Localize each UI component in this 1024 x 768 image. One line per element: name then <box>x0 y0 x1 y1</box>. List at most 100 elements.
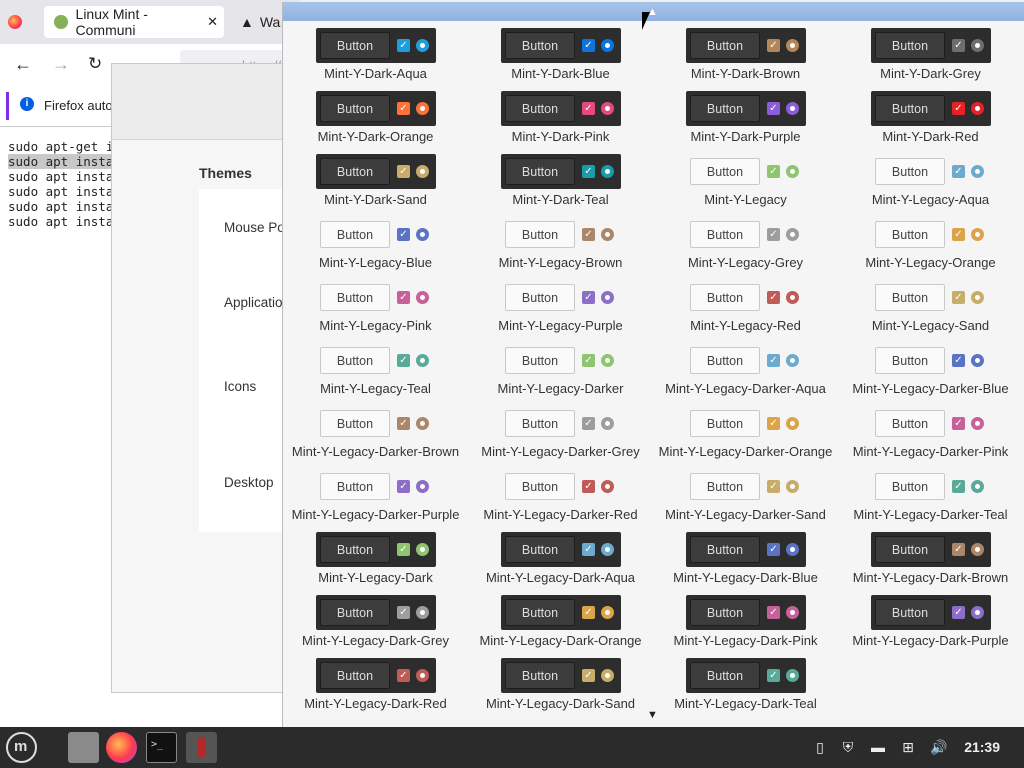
theme-option[interactable]: Button ✓ Mint-Y-Legacy-Dark-Aqua <box>468 508 653 585</box>
theme-option[interactable]: Button ✓ Mint-Y-Legacy-Darker-Sand <box>653 445 838 522</box>
theme-preview[interactable]: Button ✓ <box>501 217 621 252</box>
close-icon[interactable]: ✕ <box>207 14 218 30</box>
theme-preview[interactable]: Button ✓ <box>501 343 621 378</box>
theme-preview[interactable]: Button ✓ <box>501 469 621 504</box>
settings-icon[interactable] <box>186 732 217 763</box>
theme-option[interactable]: Button ✓ Mint-Y-Legacy-Dark <box>283 508 468 585</box>
theme-option[interactable]: Button ✓ Mint-Y-Legacy-Grey <box>653 193 838 270</box>
tab-firefox[interactable] <box>8 6 36 38</box>
theme-option[interactable]: Button ✓ Mint-Y-Dark-Sand <box>283 130 468 207</box>
terminal-icon[interactable]: >_ <box>146 732 177 763</box>
setting-desktop[interactable]: Desktop <box>224 475 274 490</box>
theme-preview[interactable]: Button ✓ <box>686 343 806 378</box>
theme-option[interactable]: Button ✓ Mint-Y-Legacy-Dark-Teal <box>653 634 838 711</box>
theme-preview[interactable]: Button ✓ <box>686 595 806 630</box>
mint-menu-icon[interactable]: m <box>6 732 37 763</box>
theme-option[interactable]: Button ✓ Mint-Y-Legacy-Brown <box>468 193 653 270</box>
theme-preview[interactable]: Button ✓ <box>686 91 806 126</box>
theme-option[interactable]: Button ✓ Mint-Y-Legacy-Teal <box>283 319 468 396</box>
theme-option[interactable]: Button ✓ Mint-Y-Dark-Teal <box>468 130 653 207</box>
forward-icon[interactable]: → <box>52 54 70 75</box>
theme-preview[interactable]: Button ✓ <box>501 658 621 693</box>
theme-preview[interactable]: Button ✓ <box>501 532 621 567</box>
theme-option[interactable]: Button ✓ Mint-Y-Legacy-Dark-Purple <box>838 571 1023 648</box>
theme-preview[interactable]: Button ✓ <box>686 469 806 504</box>
theme-preview[interactable]: Button ✓ <box>871 28 991 63</box>
theme-option[interactable]: Button ✓ Mint-Y-Legacy-Dark-Pink <box>653 571 838 648</box>
theme-option[interactable]: Button ✓ Mint-Y-Legacy-Dark-Red <box>283 634 468 711</box>
theme-preview[interactable]: Button ✓ <box>871 280 991 315</box>
theme-option[interactable]: Button ✓ Mint-Y-Legacy-Dark-Brown <box>838 508 1023 585</box>
theme-option[interactable]: Button ✓ Mint-Y-Legacy-Orange <box>838 193 1023 270</box>
theme-option[interactable]: Button ✓ Mint-Y-Legacy-Darker-Blue <box>838 319 1023 396</box>
theme-preview[interactable]: Button ✓ <box>871 217 991 252</box>
theme-option[interactable]: Button ✓ Mint-Y-Dark-Pink <box>468 67 653 144</box>
theme-option[interactable]: Button ✓ Mint-Y-Dark-Aqua <box>283 4 468 81</box>
theme-preview[interactable]: Button ✓ <box>316 280 436 315</box>
theme-preview[interactable]: Button ✓ <box>686 532 806 567</box>
theme-option[interactable]: Button ✓ Mint-Y-Legacy-Darker-Orange <box>653 382 838 459</box>
theme-preview[interactable]: Button ✓ <box>871 595 991 630</box>
theme-option[interactable]: Button ✓ Mint-Y-Legacy-Pink <box>283 256 468 333</box>
theme-preview[interactable]: Button ✓ <box>686 658 806 693</box>
theme-option[interactable]: Button ✓ Mint-Y-Legacy-Darker-Brown <box>283 382 468 459</box>
setting-applications[interactable]: Applicatio <box>224 295 283 310</box>
volume-icon[interactable]: 🔊 <box>930 739 947 755</box>
theme-option[interactable]: Button ✓ Mint-Y-Legacy-Red <box>653 256 838 333</box>
scroll-down-icon[interactable]: ▼ <box>647 709 658 721</box>
firefox-icon[interactable] <box>106 732 137 763</box>
theme-option[interactable]: Button ✓ Mint-Y-Legacy-Blue <box>283 193 468 270</box>
theme-option[interactable]: Button ✓ Mint-Y-Legacy-Dark-Grey <box>283 571 468 648</box>
theme-option[interactable]: Button ✓ Mint-Y-Legacy-Darker <box>468 319 653 396</box>
theme-preview[interactable]: Button ✓ <box>686 280 806 315</box>
theme-preview[interactable]: Button ✓ <box>686 406 806 441</box>
theme-option[interactable]: Button ✓ Mint-Y-Legacy-Darker-Aqua <box>653 319 838 396</box>
theme-preview[interactable]: Button ✓ <box>316 343 436 378</box>
file-manager-icon[interactable] <box>68 732 99 763</box>
theme-option[interactable]: Button ✓ Mint-Y-Legacy-Darker-Red <box>468 445 653 522</box>
theme-preview[interactable]: Button ✓ <box>686 217 806 252</box>
theme-preview[interactable]: Button ✓ <box>316 469 436 504</box>
theme-preview[interactable]: Button ✓ <box>871 406 991 441</box>
theme-preview[interactable]: Button ✓ <box>871 469 991 504</box>
theme-option[interactable]: Button ✓ Mint-Y-Dark-Orange <box>283 67 468 144</box>
theme-preview[interactable]: Button ✓ <box>501 28 621 63</box>
theme-option[interactable]: Button ✓ Mint-Y-Legacy-Dark-Orange <box>468 571 653 648</box>
theme-option[interactable]: Button ✓ Mint-Y-Dark-Red <box>838 67 1023 144</box>
theme-preview[interactable]: Button ✓ <box>871 532 991 567</box>
theme-option[interactable]: Button ✓ Mint-Y-Legacy-Darker-Pink <box>838 382 1023 459</box>
theme-option[interactable]: Button ✓ Mint-Y-Legacy <box>653 130 838 207</box>
theme-option[interactable]: Button ✓ Mint-Y-Legacy-Purple <box>468 256 653 333</box>
theme-preview[interactable]: Button ✓ <box>316 595 436 630</box>
theme-preview[interactable]: Button ✓ <box>316 217 436 252</box>
theme-option[interactable]: Button ✓ Mint-Y-Legacy-Darker-Grey <box>468 382 653 459</box>
theme-option[interactable]: Button ✓ Mint-Y-Dark-Purple <box>653 67 838 144</box>
setting-icons[interactable]: Icons <box>224 379 256 394</box>
theme-preview[interactable]: Button ✓ <box>501 595 621 630</box>
theme-option[interactable]: Button ✓ Mint-Y-Legacy-Aqua <box>838 130 1023 207</box>
theme-preview[interactable]: Button ✓ <box>316 532 436 567</box>
setting-mouse-pointer[interactable]: Mouse Po <box>224 220 285 235</box>
theme-preview[interactable]: Button ✓ <box>316 658 436 693</box>
theme-option[interactable]: Button ✓ Mint-Y-Legacy-Dark-Blue <box>653 508 838 585</box>
theme-option[interactable]: Button ✓ Mint-Y-Dark-Grey <box>838 4 1023 81</box>
theme-preview[interactable]: Button ✓ <box>501 154 621 189</box>
theme-preview[interactable]: Button ✓ <box>686 28 806 63</box>
theme-preview[interactable]: Button ✓ <box>501 280 621 315</box>
shield-icon[interactable]: ⛨ <box>840 739 856 755</box>
clock[interactable]: 21:39 <box>964 739 1000 755</box>
theme-preview[interactable]: Button ✓ <box>316 28 436 63</box>
display-icon[interactable]: ▬ <box>870 739 886 755</box>
theme-preview[interactable]: Button ✓ <box>316 154 436 189</box>
theme-preview[interactable]: Button ✓ <box>501 91 621 126</box>
theme-option[interactable]: Button ✓ Mint-Y-Dark-Brown <box>653 4 838 81</box>
reload-icon[interactable]: ↻ <box>88 54 102 74</box>
theme-preview[interactable]: Button ✓ <box>501 406 621 441</box>
clipboard-icon[interactable]: ▯ <box>812 739 828 755</box>
theme-preview[interactable]: Button ✓ <box>871 154 991 189</box>
tab-linux-mint-community[interactable]: Linux Mint - Communi ✕ <box>44 6 224 38</box>
theme-preview[interactable]: Button ✓ <box>316 406 436 441</box>
theme-preview[interactable]: Button ✓ <box>871 91 991 126</box>
theme-option[interactable]: Button ✓ Mint-Y-Legacy-Dark-Sand <box>468 634 653 711</box>
theme-option[interactable]: Button ✓ Mint-Y-Legacy-Sand <box>838 256 1023 333</box>
